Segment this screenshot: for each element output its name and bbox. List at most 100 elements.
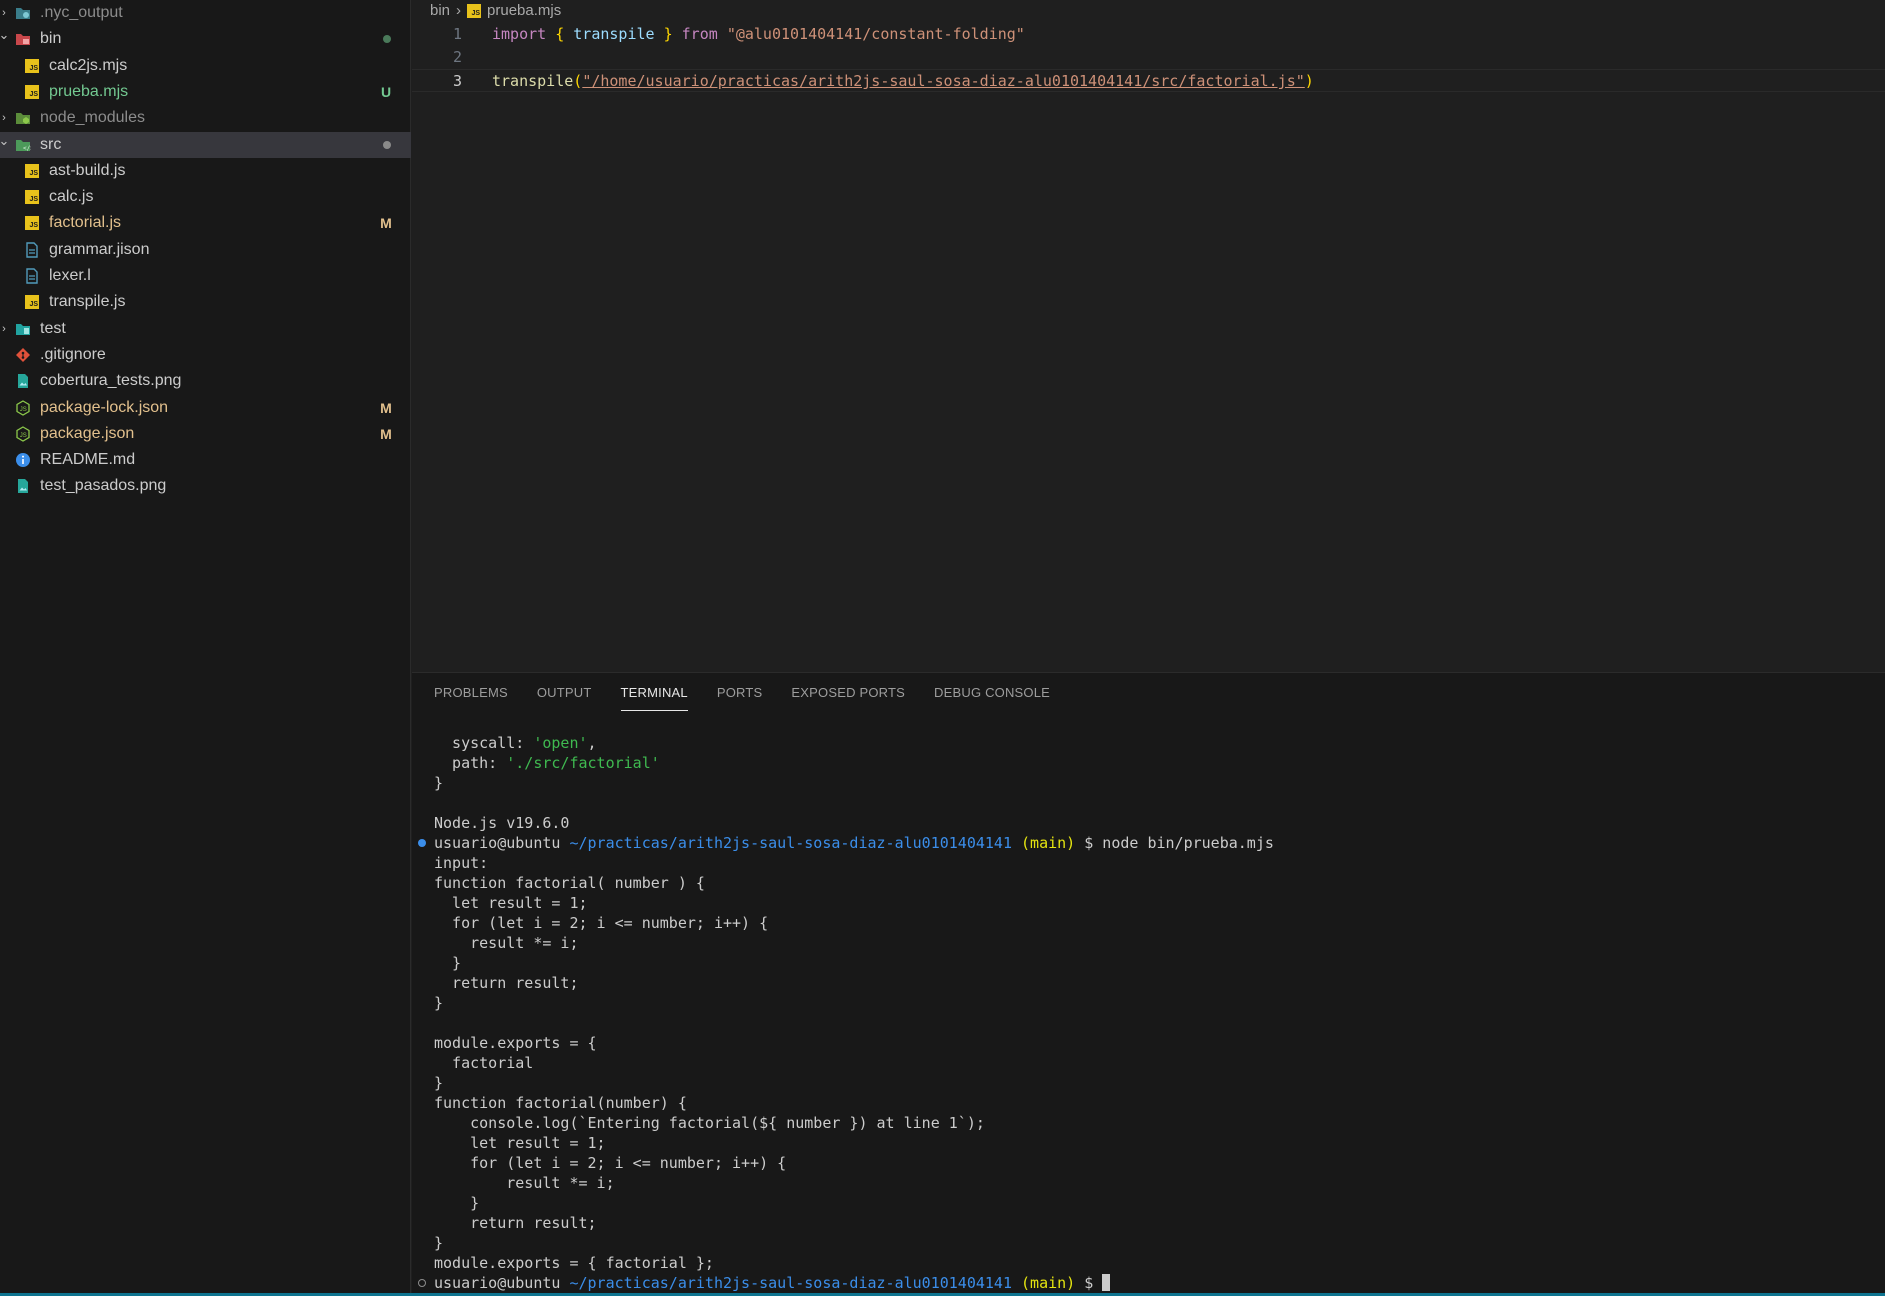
tree-item-node-modules[interactable]: › node_modules <box>0 105 411 131</box>
code-token: "@alu0101404141/constant-folding" <box>726 25 1025 43</box>
breadcrumb-folder[interactable]: bin <box>430 0 450 22</box>
terminal-cursor[interactable] <box>1102 1274 1111 1291</box>
breadcrumb: bin › JS prueba.mjs <box>430 0 561 22</box>
terminal-text: } <box>434 994 444 1012</box>
code-line[interactable]: 2 <box>412 46 1885 69</box>
tree-item-label: prueba.mjs <box>49 82 129 100</box>
terminal-text: './src/factorial' <box>506 754 660 772</box>
tree-item-label: factorial.js <box>49 214 122 232</box>
tree-item-cobertura-tests-png[interactable]: cobertura_tests.png <box>0 368 411 394</box>
chevron-right-icon[interactable]: › <box>0 316 10 342</box>
tree-item-label: node_modules <box>40 109 145 127</box>
line-number: 1 <box>452 25 462 43</box>
tab-exposed-ports[interactable]: EXPOSED PORTS <box>791 673 905 713</box>
terminal-text: ~/practicas/arith2js-saul-sosa-diaz-alu0… <box>569 834 1012 852</box>
tree-item-label: bin <box>40 30 62 48</box>
terminal-text: } <box>434 1234 444 1252</box>
tree-item-test-pasados-png[interactable]: test_pasados.png <box>0 473 411 499</box>
command-success-dot-icon[interactable] <box>418 839 426 847</box>
node-file-icon: JS <box>15 399 31 416</box>
image-file-icon <box>15 478 31 494</box>
code-line[interactable]: 1 import { transpile } from "@alu01014041… <box>412 23 1885 46</box>
chevron-down-icon[interactable]: ⌄ <box>0 128 10 154</box>
terminal-text: ~/practicas/arith2js-saul-sosa-diaz-alu0… <box>569 1274 1012 1292</box>
folder-test-icon <box>15 321 31 337</box>
js-file-icon: JS <box>24 84 40 100</box>
folder-node-icon <box>15 110 31 126</box>
breadcrumb-separator-icon: › <box>456 2 462 19</box>
tree-item-gitignore[interactable]: .gitignore <box>0 342 411 368</box>
terminal-text: function factorial(number) { <box>434 1094 687 1112</box>
tab-output[interactable]: OUTPUT <box>537 673 592 713</box>
command-pending-dot-icon[interactable] <box>418 1279 426 1287</box>
chevron-down-icon[interactable]: ⌄ <box>0 22 10 48</box>
code-token: from <box>681 25 718 43</box>
tree-item-label: cobertura_tests.png <box>40 372 182 390</box>
js-file-icon: JS <box>24 294 40 310</box>
tree-item-factorial-js[interactable]: JS factorial.js M <box>0 210 411 236</box>
tree-item-label: package.json <box>40 424 135 442</box>
tree-item-transpile-js[interactable]: JS transpile.js <box>0 289 411 315</box>
line-text[interactable]: import { transpile } from "@alu010140414… <box>492 23 1025 46</box>
terminal-text: result *= i; <box>434 934 579 952</box>
terminal-line: } <box>434 1193 1874 1213</box>
tree-item-prueba-mjs[interactable]: JS prueba.mjs U <box>0 79 411 105</box>
tree-item-calc2js-mjs[interactable]: JS calc2js.mjs <box>0 53 411 79</box>
terminal-text: $ node bin/prueba.mjs <box>1075 834 1274 852</box>
tree-item-package-json[interactable]: JS package.json M <box>0 421 411 447</box>
terminal-line: } <box>434 1233 1874 1253</box>
terminal-text: input: <box>434 854 489 872</box>
tree-item-package-lock-json[interactable]: JS package-lock.json M <box>0 395 411 421</box>
breadcrumb-file[interactable]: prueba.mjs <box>487 0 561 22</box>
tree-item-label: calc2js.mjs <box>49 56 128 74</box>
svg-text:JS: JS <box>20 433 27 439</box>
terminal-output[interactable]: syscall: 'open', path: './src/factorial'… <box>418 733 1874 1293</box>
git-status-dot-icon <box>383 35 391 44</box>
folder-src-icon: </> <box>15 137 31 153</box>
terminal-line: return result; <box>434 973 1874 993</box>
tree-item-label: .gitignore <box>40 345 106 363</box>
tree-item-test[interactable]: › test <box>0 316 411 342</box>
tree-item-lexer-l[interactable]: lexer.l <box>0 263 411 289</box>
terminal-text: for (let i = 2; i <= number; i++) { <box>434 1154 787 1172</box>
tree-item-nyc-output[interactable]: › .nyc_output <box>0 0 411 26</box>
terminal-line: module.exports = { factorial }; <box>434 1253 1874 1273</box>
tree-item-src[interactable]: ⌄ </> src <box>0 131 411 158</box>
info-file-icon <box>15 452 31 468</box>
tree-item-bin[interactable]: ⌄ bin <box>0 26 411 52</box>
terminal-line: let result = 1; <box>434 1133 1874 1153</box>
node-file-icon: JS <box>15 426 31 442</box>
tree-item-calc-js[interactable]: JS calc.js <box>0 184 411 210</box>
git-status-badge: M <box>380 425 392 442</box>
tab-debug-console[interactable]: DEBUG CONSOLE <box>934 673 1050 713</box>
tab-ports[interactable]: PORTS <box>717 673 763 713</box>
code-line[interactable]: 3 transpile("/home/usuario/practicas/arit… <box>412 69 1885 92</box>
terminal-line: for (let i = 2; i <= number; i++) { <box>434 1153 1874 1173</box>
code-editor[interactable]: bin › JS prueba.mjs 1 import { transpile … <box>412 0 1885 672</box>
folder-bin-icon <box>15 31 31 47</box>
tree-item-label: grammar.jison <box>49 240 150 258</box>
terminal-text: for (let i = 2; i <= number; i++) { <box>434 914 769 932</box>
line-text[interactable]: transpile("/home/usuario/practicas/arith… <box>492 70 1314 93</box>
tree-item-readme-md[interactable]: README.md <box>0 447 411 473</box>
terminal-text: $ <box>1075 1274 1103 1292</box>
terminal-text: (main) <box>1021 1274 1076 1292</box>
terminal-text: let result = 1; <box>434 1134 606 1152</box>
terminal-line: result *= i; <box>434 933 1874 953</box>
tree-item-grammar-jison[interactable]: grammar.jison <box>0 237 411 263</box>
terminal-line: result *= i; <box>434 1173 1874 1193</box>
terminal-text: usuario@ubuntu <box>434 834 570 852</box>
document-file-icon <box>24 241 40 258</box>
code-token: { <box>555 25 565 43</box>
tab-problems[interactable]: PROBLEMS <box>434 673 508 713</box>
terminal-text: } <box>434 774 444 792</box>
tree-item-ast-build-js[interactable]: JS ast-build.js <box>0 158 411 184</box>
terminal-line: syscall: 'open', <box>434 733 1874 753</box>
tree-item-label: README.md <box>40 451 136 469</box>
tab-terminal[interactable]: TERMINAL <box>620 673 689 713</box>
terminal-line: function factorial(number) { <box>434 1093 1874 1113</box>
git-status-badge: U <box>380 83 392 100</box>
